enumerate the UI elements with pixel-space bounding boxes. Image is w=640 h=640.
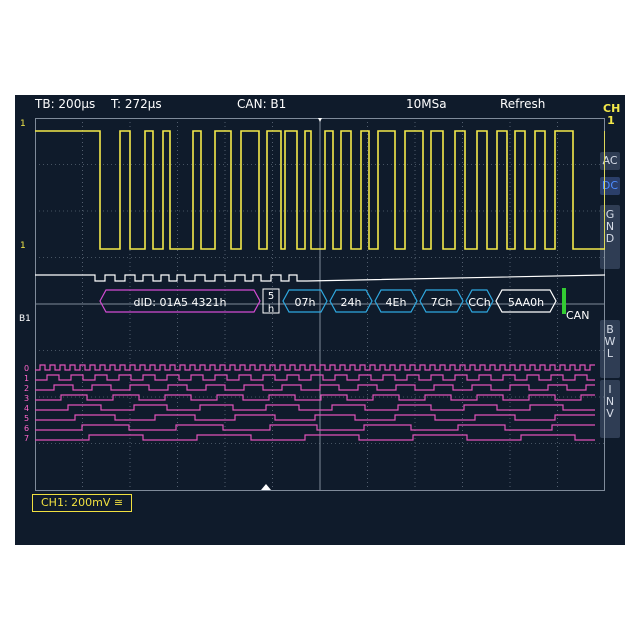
can-frame-text: 7Ch (431, 296, 453, 309)
bus-trigger-readout[interactable]: CAN: B1 (237, 97, 286, 111)
digital-line-waveform (35, 364, 595, 371)
digital-line-waveform (35, 374, 595, 381)
waveform-svg: dID: 01A5 4321h 07h 24h 4Eh 7Ch CCh 5AA0h5h (35, 118, 605, 491)
can-frame-text: 5AA0h (508, 296, 544, 309)
channel-tag-number: 1 (607, 114, 615, 127)
waveform-area[interactable]: dID: 01A5 4321h 07h 24h 4Eh 7Ch CCh 5AA0h 5 h (35, 118, 605, 585)
can-dlc-text: 5 (268, 291, 274, 302)
digital-line-waveform (35, 424, 595, 431)
digital-line-waveform (35, 384, 595, 391)
can-frame-text: CCh (468, 296, 490, 309)
can-frame-text: 4Eh (386, 296, 407, 309)
channel-tag: CH 1 (603, 103, 620, 127)
oscilloscope-screen: TB: 200µs T: 272µs CAN: B1 10MSa Refresh… (15, 95, 625, 545)
timebase-readout[interactable]: TB: 200µs (35, 97, 95, 111)
status-topbar: TB: 200µs T: 272µs CAN: B1 10MSa Refresh (15, 95, 625, 113)
digital-line-waveform (35, 434, 595, 441)
channel-scale-status[interactable]: CH1: 200mV ≅ (32, 494, 133, 512)
can-frame-text: dID: 01A5 4321h (134, 296, 227, 309)
can-frame-text: 07h (295, 296, 316, 309)
digital-line-label: 7 (24, 434, 30, 443)
can-frame-text: 24h (341, 296, 362, 309)
digital-line-labels: 01234567 (24, 365, 29, 445)
digital-line-waveform (35, 394, 595, 401)
trigger-time-readout[interactable]: T: 272µs (111, 97, 162, 111)
digital-line-waveform (35, 414, 595, 421)
ch1-low-marker[interactable]: 1 (20, 241, 26, 251)
can-bus-label: CAN (566, 309, 590, 322)
digital-line-waveform (35, 404, 595, 411)
ch1-high-marker[interactable]: 1 (20, 119, 26, 129)
trigger-position-marker (261, 484, 271, 490)
acquisition-mode-readout[interactable]: Refresh (500, 97, 545, 111)
sample-rate-readout: 10MSa (406, 97, 447, 111)
bus-b1-label: B1 (19, 314, 31, 324)
trigger-top-marker (318, 118, 322, 122)
